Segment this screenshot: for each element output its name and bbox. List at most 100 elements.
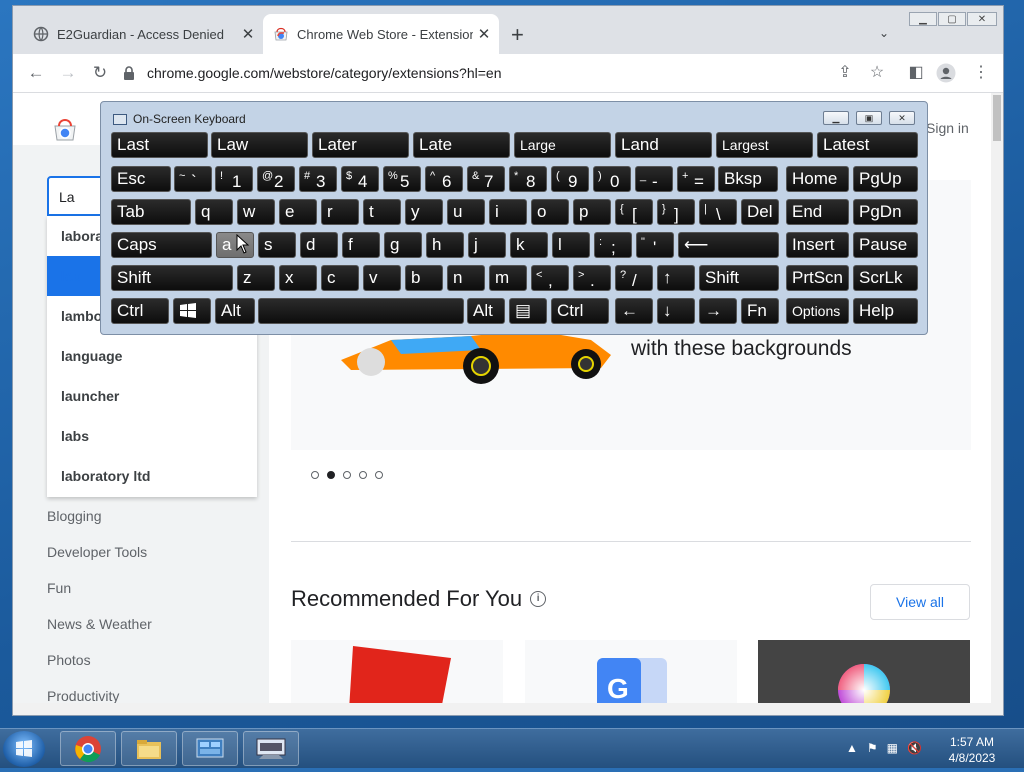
prediction-key[interactable]: Late xyxy=(413,132,510,158)
tilde-key[interactable]: ~ ` xyxy=(174,166,212,192)
suggestion-item[interactable]: language xyxy=(47,336,257,376)
left-ctrl-key[interactable]: Ctrl xyxy=(111,298,169,324)
key-6[interactable]: ^ 6 xyxy=(425,166,463,192)
flag-icon[interactable]: ⚑ xyxy=(867,741,878,755)
esc-key[interactable]: Esc xyxy=(111,166,171,192)
caps-lock-key[interactable]: Caps xyxy=(111,232,212,258)
pause-key[interactable]: Pause xyxy=(853,232,918,258)
menu-key-icon[interactable]: ▤ xyxy=(509,298,547,324)
scroll-thumb[interactable] xyxy=(993,95,1001,141)
sign-in-link[interactable]: Sign in xyxy=(926,120,969,136)
key-v[interactable]: v xyxy=(363,265,401,291)
key-p[interactable]: p xyxy=(573,199,611,225)
network-icon[interactable]: ▦ xyxy=(887,741,898,755)
end-key[interactable]: End xyxy=(786,199,849,225)
carousel-dot-active[interactable] xyxy=(327,471,335,479)
quote-key[interactable]: " ' xyxy=(636,232,674,258)
key-h[interactable]: h xyxy=(426,232,464,258)
menu-kebab-icon[interactable]: ⋮ xyxy=(971,63,991,83)
pgdn-key[interactable]: PgDn xyxy=(853,199,918,225)
share-icon[interactable]: ⇪ xyxy=(835,63,855,83)
category-productivity[interactable]: Productivity xyxy=(47,688,119,703)
period-key[interactable]: >. xyxy=(573,265,611,291)
profile-avatar-icon[interactable] xyxy=(936,63,956,83)
tab-search-chevron-icon[interactable]: ⌄ xyxy=(879,26,889,40)
key-j[interactable]: j xyxy=(468,232,506,258)
right-ctrl-key[interactable]: Ctrl xyxy=(551,298,609,324)
key-x[interactable]: x xyxy=(279,265,317,291)
category-news-weather[interactable]: News & Weather xyxy=(47,616,152,632)
prediction-key[interactable]: Law xyxy=(211,132,308,158)
carousel-dot[interactable] xyxy=(359,471,367,479)
reload-icon[interactable]: ↻ xyxy=(89,62,111,84)
address-bar[interactable]: chrome.google.com/webstore/category/exte… xyxy=(123,58,863,88)
prediction-key[interactable]: Large xyxy=(514,132,611,158)
left-shift-key[interactable]: Shift xyxy=(111,265,233,291)
right-alt-key[interactable]: Alt xyxy=(467,298,505,324)
minus-key[interactable]: _ - xyxy=(635,166,673,192)
key-9[interactable]: (9 xyxy=(551,166,589,192)
volume-muted-icon[interactable]: 🔇 xyxy=(907,741,922,755)
key-d[interactable]: d xyxy=(300,232,338,258)
key-u[interactable]: u xyxy=(447,199,485,225)
webstore-logo-icon[interactable] xyxy=(53,118,77,142)
taskbar-control-panel[interactable] xyxy=(182,731,238,766)
category-developer-tools[interactable]: Developer Tools xyxy=(47,544,147,560)
key-t[interactable]: t xyxy=(363,199,401,225)
right-shift-key[interactable]: Shift xyxy=(699,265,779,291)
extension-card[interactable] xyxy=(291,640,503,703)
prediction-key[interactable]: Latest xyxy=(817,132,918,158)
key-z[interactable]: z xyxy=(237,265,275,291)
forward-arrow-icon[interactable]: → xyxy=(57,62,79,84)
key-y[interactable]: y xyxy=(405,199,443,225)
vertical-scrollbar[interactable] xyxy=(991,93,1003,703)
clock[interactable]: 1:57 AM 4/8/2023 xyxy=(944,734,1000,766)
backslash-key[interactable]: | \ xyxy=(699,199,737,225)
key-i[interactable]: i xyxy=(489,199,527,225)
side-panel-icon[interactable]: ◧ xyxy=(906,63,926,83)
start-button[interactable] xyxy=(3,731,45,767)
tab-key[interactable]: Tab xyxy=(111,199,191,225)
suggestion-item[interactable]: labs xyxy=(47,416,257,456)
tab-e2guardian[interactable]: E2Guardian - Access Denied ✕ xyxy=(25,14,263,54)
key-1[interactable]: ! 1 xyxy=(215,166,253,192)
key-7[interactable]: & 7 xyxy=(467,166,505,192)
taskbar-chrome[interactable] xyxy=(60,731,116,766)
help-key[interactable]: Help xyxy=(853,298,918,324)
slash-key[interactable]: ? / xyxy=(615,265,653,291)
close-tab-icon[interactable]: ✕ xyxy=(473,25,495,43)
up-arrow-key[interactable]: ↑ xyxy=(657,265,695,291)
insert-key[interactable]: Insert xyxy=(786,232,849,258)
taskbar-explorer[interactable] xyxy=(121,731,177,766)
options-key[interactable]: Options xyxy=(786,298,849,324)
key-c[interactable]: c xyxy=(321,265,359,291)
windows-key[interactable] xyxy=(173,298,211,324)
close-tab-icon[interactable]: ✕ xyxy=(237,25,259,43)
carousel-dot[interactable] xyxy=(343,471,351,479)
open-bracket-key[interactable]: {[ xyxy=(615,199,653,225)
extension-card[interactable] xyxy=(758,640,970,703)
taskbar-osk[interactable] xyxy=(243,731,299,766)
key-8[interactable]: * 8 xyxy=(509,166,547,192)
key-e[interactable]: e xyxy=(279,199,317,225)
bookmark-star-icon[interactable]: ☆ xyxy=(867,63,887,83)
down-arrow-key[interactable]: ↓ xyxy=(657,298,695,324)
enter-key[interactable]: ⟵ xyxy=(678,232,779,258)
category-fun[interactable]: Fun xyxy=(47,580,71,596)
key-q[interactable]: q xyxy=(195,199,233,225)
key-s[interactable]: s xyxy=(258,232,296,258)
key-w[interactable]: w xyxy=(237,199,275,225)
key-f[interactable]: f xyxy=(342,232,380,258)
key-b[interactable]: b xyxy=(405,265,443,291)
left-arrow-key[interactable]: ← xyxy=(615,298,653,324)
prtscn-key[interactable]: PrtScn xyxy=(786,265,849,291)
key-4[interactable]: $4 xyxy=(341,166,379,192)
carousel-dot[interactable] xyxy=(375,471,383,479)
comma-key[interactable]: <, xyxy=(531,265,569,291)
space-key[interactable] xyxy=(258,298,464,324)
category-photos[interactable]: Photos xyxy=(47,652,91,668)
back-arrow-icon[interactable]: ← xyxy=(25,62,47,84)
key-m[interactable]: m xyxy=(489,265,527,291)
key-k[interactable]: k xyxy=(510,232,548,258)
info-icon[interactable]: i xyxy=(530,591,547,607)
